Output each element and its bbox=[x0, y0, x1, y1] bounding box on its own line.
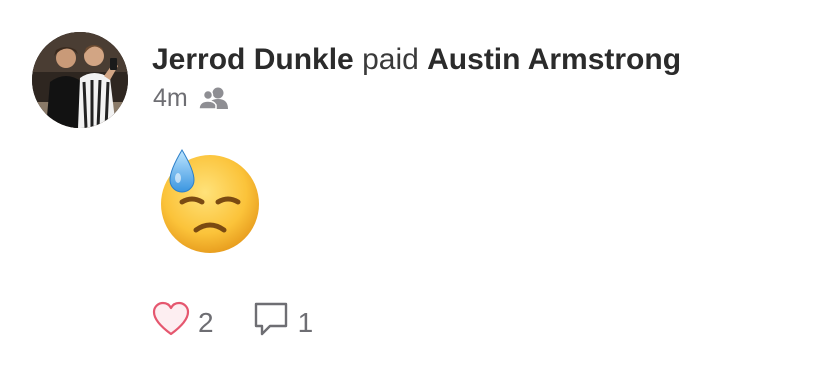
comment-button[interactable]: 1 bbox=[252, 300, 314, 345]
story-verb: paid bbox=[362, 43, 419, 76]
feed-story: Jerrod Dunkle paid Austin Armstrong 4m 2… bbox=[0, 0, 828, 366]
story-headline: Jerrod Dunkle paid Austin Armstrong bbox=[152, 40, 681, 80]
downcast-face-with-sweat-emoji bbox=[154, 144, 266, 256]
friends-icon bbox=[197, 86, 230, 110]
speech-bubble-outline-icon bbox=[252, 300, 290, 345]
like-count: 2 bbox=[198, 306, 214, 338]
story-actions: 2 1 bbox=[152, 300, 313, 345]
heart-outline-icon bbox=[152, 301, 190, 344]
comment-count: 1 bbox=[297, 306, 314, 338]
actor-name[interactable]: Jerrod Dunkle bbox=[152, 43, 354, 76]
avatar-photo bbox=[32, 32, 128, 128]
avatar[interactable] bbox=[32, 32, 128, 128]
target-name[interactable]: Austin Armstrong bbox=[427, 43, 681, 76]
timestamp: 4m bbox=[153, 84, 188, 112]
like-button[interactable]: 2 bbox=[152, 301, 214, 344]
story-meta: 4m bbox=[153, 82, 230, 114]
